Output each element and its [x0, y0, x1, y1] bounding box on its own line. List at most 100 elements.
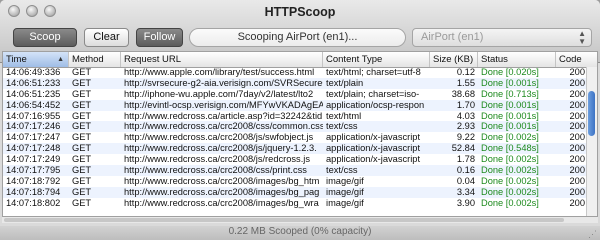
- column-header-time[interactable]: Time ▲: [3, 52, 69, 67]
- cell-content-type: text/css: [326, 121, 358, 132]
- cell-content-type: text/plain: [326, 77, 364, 88]
- resize-grip-icon[interactable]: ⋰: [588, 229, 597, 240]
- cell-time: 14:06:54:452: [6, 99, 61, 110]
- cell-method: GET: [72, 197, 92, 208]
- cell-status: Done [0.002s]: [481, 165, 539, 176]
- cell-content-type: image/gif: [326, 197, 364, 208]
- cell-status: Done [0.001s]: [481, 110, 539, 121]
- cell-size: 3.34: [456, 186, 475, 197]
- vertical-scroll-thumb[interactable]: [588, 91, 595, 136]
- cell-method: GET: [72, 121, 92, 132]
- column-header-content-type[interactable]: Content Type: [323, 52, 430, 67]
- cell-status: Done [0.020s]: [481, 67, 539, 77]
- table-row[interactable]: 14:07:17:249 GET http://www.redcross.ca/cr…: [3, 154, 588, 165]
- cell-time: 14:07:17:249: [6, 154, 61, 165]
- horizontal-scrollbar[interactable]: [2, 217, 598, 223]
- cell-size: 1.55: [456, 77, 475, 88]
- cell-url: http://www.redcross.ca/article.asp?id=32…: [124, 110, 323, 121]
- cell-size: 38.68: [451, 88, 475, 99]
- cell-time: 14:07:17:795: [6, 165, 61, 176]
- cell-url: http://iphone-wu.apple.com/7day/v2/lates…: [124, 88, 314, 99]
- cell-status: Done [0.002s]: [481, 197, 539, 208]
- table-row[interactable]: 14:07:18:792 GET http://www.redcross.ca/cr…: [3, 176, 588, 187]
- cell-size: 1.70: [456, 99, 475, 110]
- cell-method: GET: [72, 88, 92, 99]
- cell-status: Done [0.001s]: [481, 99, 539, 110]
- cell-time: 14:07:18:792: [6, 175, 61, 186]
- cell-code: 200: [569, 186, 585, 197]
- vertical-scrollbar[interactable]: [586, 67, 597, 216]
- cell-size: 0.16: [456, 165, 475, 176]
- column-header-status[interactable]: Status: [478, 52, 556, 67]
- cell-url: http://www.redcross.ca/crc2008/js/swfobj…: [124, 132, 314, 143]
- cell-url: http://svrsecure-g2-aia.verisign.com/SVR…: [124, 77, 323, 88]
- table-row[interactable]: 14:07:16:955 GET http://www.redcross.ca/ar…: [3, 111, 588, 122]
- cell-method: GET: [72, 132, 92, 143]
- cell-method: GET: [72, 186, 92, 197]
- cell-content-type: text/css: [326, 165, 358, 176]
- table-row[interactable]: 14:07:18:802 GET http://www.redcross.ca/cr…: [3, 198, 588, 209]
- clear-button[interactable]: Clear: [84, 28, 129, 47]
- table-row[interactable]: 14:07:17:246 GET http://www.redcross.ca/cr…: [3, 121, 588, 133]
- status-footer: 0.22 MB Scooped (0% capacity): [0, 226, 600, 240]
- column-header-method[interactable]: Method: [69, 52, 121, 67]
- cell-content-type: application/x-javascript: [326, 132, 421, 143]
- table-body: 14:06:49:336 GET http://www.apple.com/libr…: [3, 67, 588, 209]
- cell-time: 14:07:18:794: [6, 186, 61, 197]
- table-row[interactable]: 14:06:51:233 GET http://svrsecure-g2-aia.v…: [3, 77, 588, 89]
- column-header-label: Time: [6, 54, 27, 65]
- cell-size: 2.93: [456, 121, 475, 132]
- column-header-code[interactable]: Code: [556, 52, 588, 67]
- cell-url: http://www.apple.com/library/test/succes…: [124, 67, 315, 77]
- scoop-button[interactable]: Scoop: [13, 28, 77, 47]
- interface-select[interactable]: AirPort (en1) ▲ ▼: [412, 28, 592, 47]
- interface-select-value: AirPort (en1): [421, 31, 484, 43]
- cell-status: Done [0.001s]: [481, 77, 539, 88]
- horizontal-scroll-thumb[interactable]: [4, 218, 564, 222]
- cell-time: 14:07:18:802: [6, 197, 61, 208]
- cell-method: GET: [72, 110, 92, 121]
- cell-status: Done [0.002s]: [481, 175, 539, 186]
- table-row[interactable]: 14:07:17:248 GET http://www.redcross.ca/cr…: [3, 143, 588, 155]
- cell-size: 1.78: [456, 154, 475, 165]
- cell-size: 3.90: [456, 197, 475, 208]
- cell-url: http://evintl-ocsp.verisign.com/MFYwVKAD…: [124, 99, 323, 110]
- table-row[interactable]: 14:07:17:247 GET http://www.redcross.ca/cr…: [3, 132, 588, 143]
- column-header-size[interactable]: Size (KB): [430, 52, 478, 67]
- cell-code: 200: [569, 165, 585, 176]
- table-row[interactable]: 14:07:17:795 GET http://www.redcross.ca/cr…: [3, 165, 588, 176]
- cell-code: 200: [569, 99, 585, 110]
- table-row[interactable]: 14:06:54:452 GET http://evintl-ocsp.verisi…: [3, 99, 588, 111]
- cell-url: http://www.redcross.ca/crc2008/images/bg…: [124, 175, 320, 186]
- cell-code: 200: [569, 132, 585, 143]
- cell-time: 14:06:51:235: [6, 88, 61, 99]
- column-header-url[interactable]: Request URL: [121, 52, 323, 67]
- cell-content-type: image/gif: [326, 175, 364, 186]
- cell-url: http://www.redcross.ca/crc2008/js/jquery…: [124, 143, 317, 154]
- cell-size: 0.12: [456, 67, 475, 77]
- cell-url: http://www.redcross.ca/crc2008/css/commo…: [124, 121, 323, 132]
- table-row[interactable]: 14:06:49:336 GET http://www.apple.com/libr…: [3, 67, 588, 78]
- cell-status: Done [0.002s]: [481, 154, 539, 165]
- table-row[interactable]: 14:06:51:235 GET http://iphone-wu.apple.co…: [3, 89, 588, 100]
- cell-url: http://www.redcross.ca/crc2008/images/bg…: [124, 197, 319, 208]
- cell-code: 200: [569, 110, 585, 121]
- cell-status: Done [0.713s]: [481, 88, 539, 99]
- window-title: HTTPScoop: [264, 5, 336, 19]
- cell-code: 200: [569, 154, 585, 165]
- cell-method: GET: [72, 99, 92, 110]
- cell-code: 200: [569, 88, 585, 99]
- select-arrows-icon: ▲ ▼: [578, 29, 586, 46]
- cell-content-type: text/plain; charset=iso-: [326, 88, 420, 99]
- cell-code: 200: [569, 197, 585, 208]
- follow-button[interactable]: Follow: [136, 28, 183, 47]
- cell-time: 14:06:51:233: [6, 77, 61, 88]
- table-row[interactable]: 14:07:18:794 GET http://www.redcross.ca/cr…: [3, 186, 588, 198]
- cell-content-type: image/gif: [326, 186, 364, 197]
- cell-status: Done [0.548s]: [481, 143, 539, 154]
- cell-time: 14:07:17:248: [6, 143, 61, 154]
- cell-size: 4.03: [456, 110, 475, 121]
- cell-code: 200: [569, 67, 585, 77]
- cell-status: Done [0.002s]: [481, 132, 539, 143]
- requests-table: Time ▲ Method Request URL Content Type S…: [2, 51, 598, 217]
